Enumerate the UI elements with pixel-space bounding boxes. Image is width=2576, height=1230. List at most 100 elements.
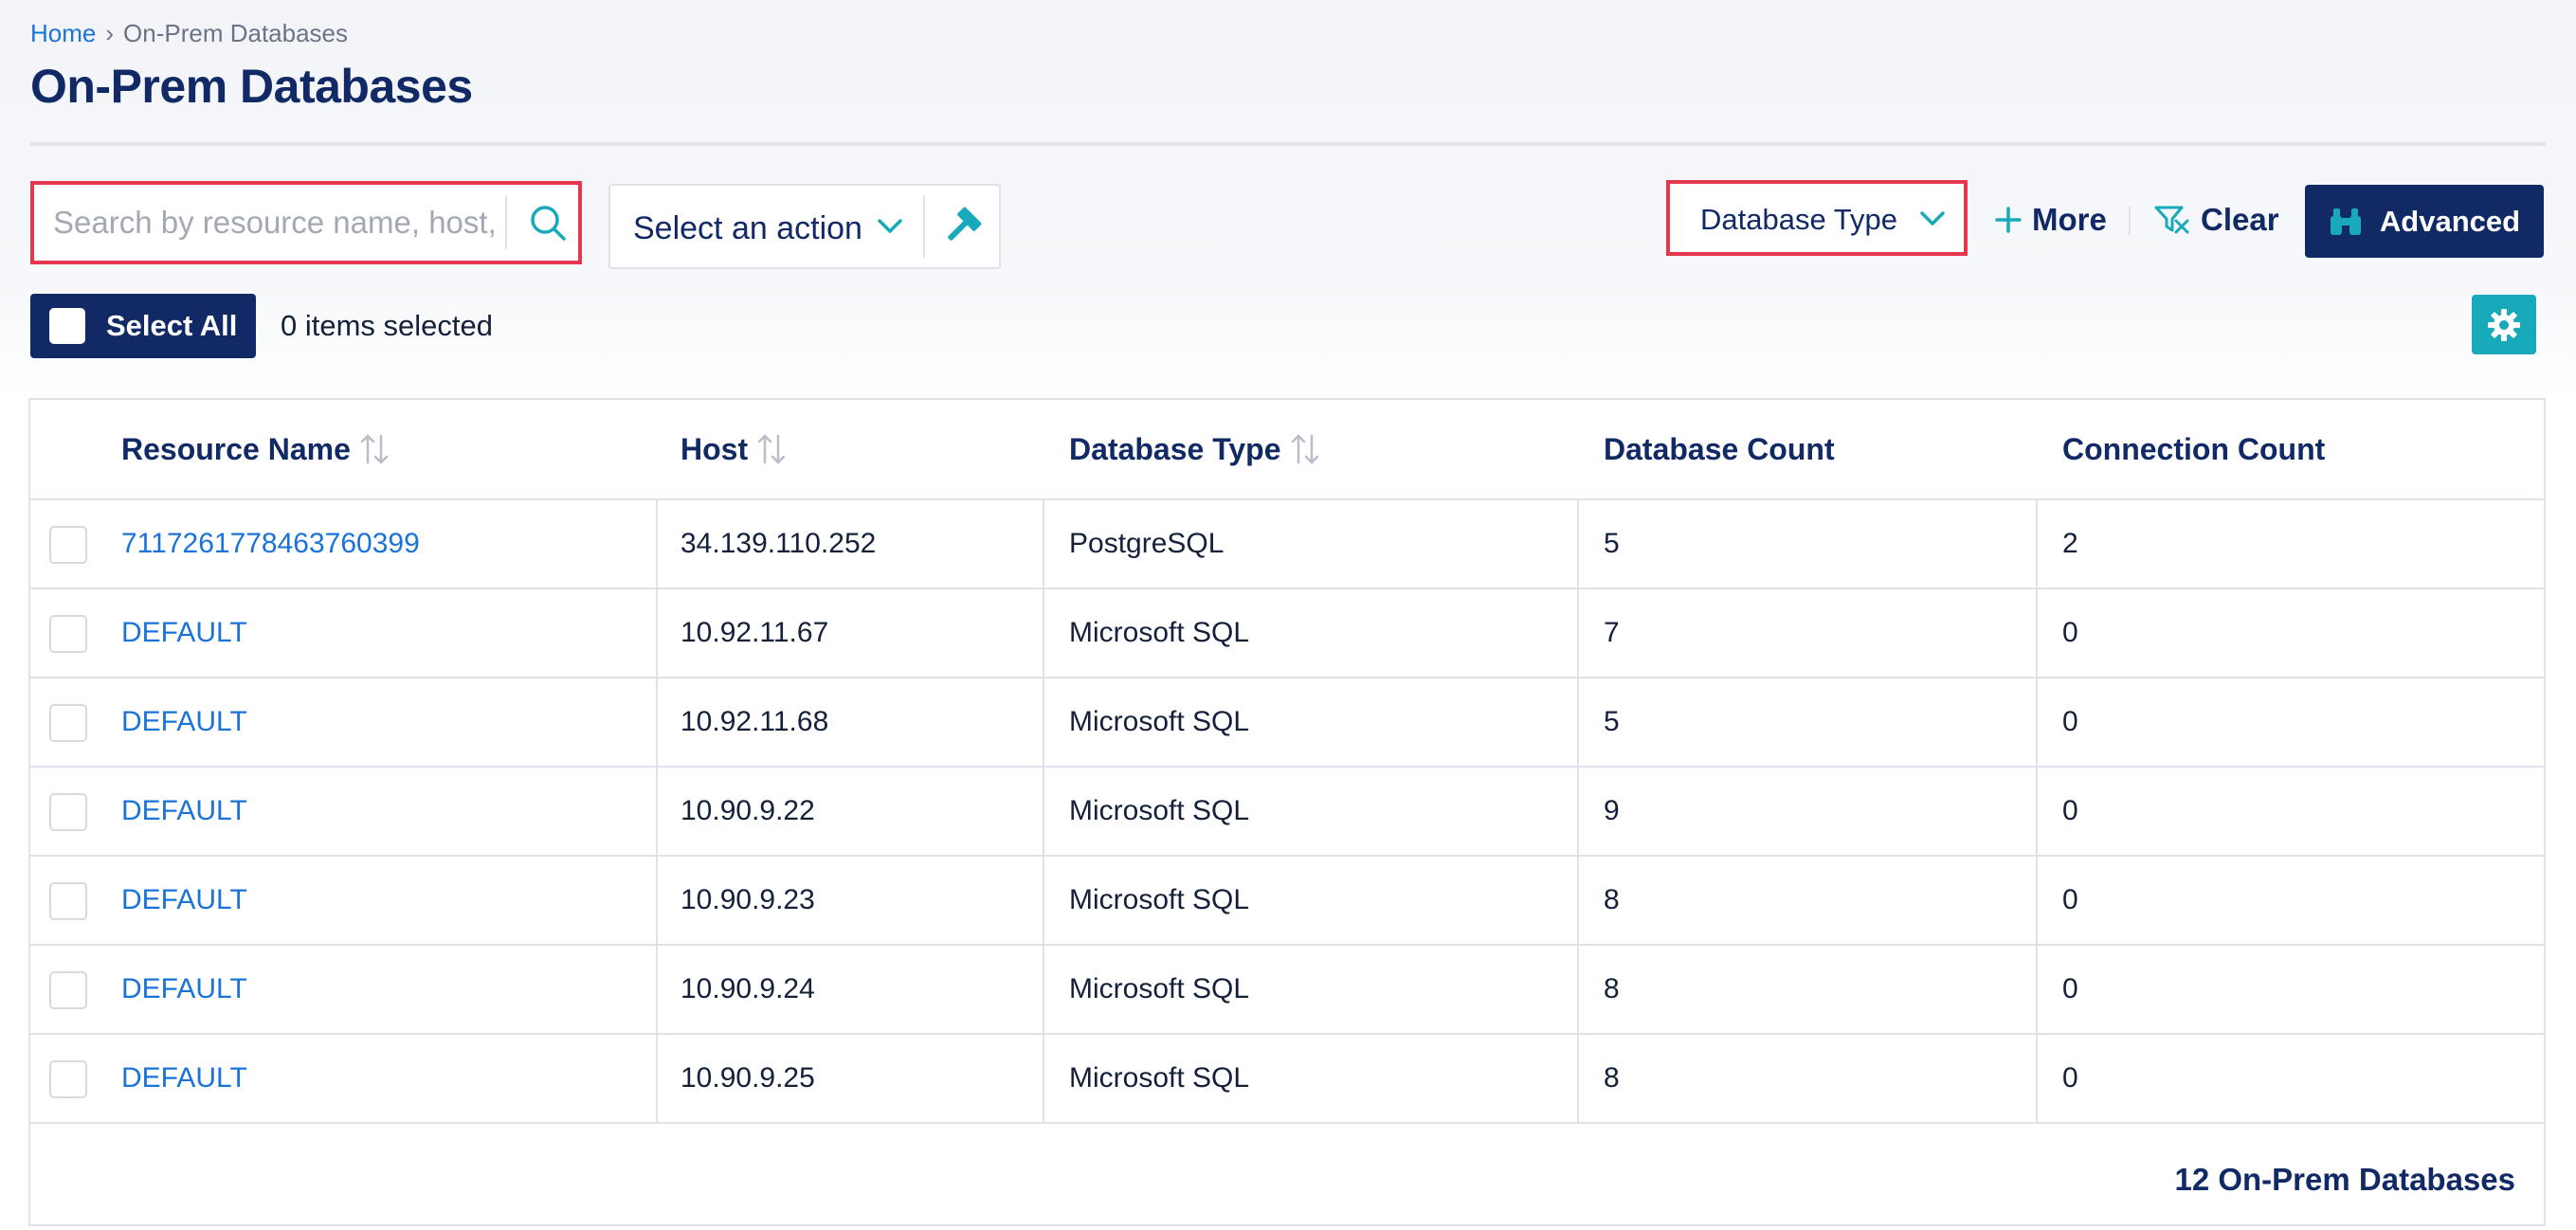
column-divider	[2036, 857, 2038, 944]
column-header-database-type[interactable]: Database Type	[1069, 400, 1321, 498]
cell-database-type: PostgreSQL	[1069, 528, 1225, 559]
search-box	[30, 181, 582, 264]
table-row: DEFAULT 10.92.11.67 Microsoft SQL 7 0	[30, 589, 2544, 678]
column-divider	[1577, 500, 1579, 588]
row-checkbox[interactable]	[49, 704, 87, 742]
column-divider	[1577, 589, 1579, 677]
column-divider	[1577, 1035, 1579, 1122]
sort-arrows-icon[interactable]	[755, 432, 788, 466]
cell-database-count: 8	[1604, 973, 1620, 1004]
cell-database-type: Microsoft SQL	[1069, 795, 1250, 826]
cell-database-type: Microsoft SQL	[1069, 617, 1250, 648]
select-all-checkbox[interactable]	[49, 308, 85, 344]
column-divider	[656, 1035, 658, 1122]
sort-arrows-icon[interactable]	[358, 432, 390, 466]
table-row: DEFAULT 10.90.9.23 Microsoft SQL 8 0	[30, 857, 2544, 946]
table-settings-button[interactable]	[2472, 295, 2536, 354]
table-row: DEFAULT 10.90.9.22 Microsoft SQL 9 0	[30, 768, 2544, 857]
hammer-icon[interactable]	[938, 203, 986, 250]
advanced-label: Advanced	[2379, 204, 2521, 238]
action-select[interactable]: Select an action	[608, 184, 1001, 269]
column-divider	[2036, 946, 2038, 1033]
column-divider	[656, 678, 658, 766]
breadcrumb: Home › On-Prem Databases	[30, 19, 348, 48]
column-header-connection-count: Connection Count	[2062, 431, 2326, 466]
cell-host: 10.90.9.23	[680, 884, 815, 915]
cell-host: 10.92.11.68	[680, 706, 829, 737]
column-divider	[2036, 678, 2038, 766]
column-divider	[1577, 768, 1579, 855]
selected-count: 0 items selected	[281, 309, 493, 342]
toolbar-separator	[2129, 207, 2131, 235]
cell-connection-count: 0	[2062, 795, 2078, 826]
action-divider	[923, 195, 925, 258]
column-divider	[1577, 678, 1579, 766]
cell-database-count: 9	[1604, 795, 1620, 826]
cell-connection-count: 0	[2062, 1062, 2078, 1094]
column-divider	[1043, 768, 1044, 855]
cell-resource-name[interactable]: 7117261778463760399	[121, 500, 420, 588]
clear-filters-button[interactable]: Clear	[2153, 199, 2279, 241]
row-checkbox[interactable]	[49, 793, 87, 831]
column-divider	[1043, 857, 1044, 944]
gear-icon	[2488, 308, 2520, 341]
column-divider	[2036, 1035, 2038, 1122]
column-divider	[1043, 500, 1044, 588]
column-divider	[2036, 768, 2038, 855]
cell-connection-count: 0	[2062, 617, 2078, 648]
breadcrumb-separator: ›	[105, 19, 115, 47]
column-divider	[656, 500, 658, 588]
column-divider	[1043, 1035, 1044, 1122]
select-all-label: Select All	[106, 309, 238, 342]
column-divider	[1577, 946, 1579, 1033]
row-checkbox[interactable]	[49, 615, 87, 653]
cell-host: 10.90.9.24	[680, 973, 815, 1004]
clear-label: Clear	[2201, 202, 2279, 237]
cell-resource-name[interactable]: DEFAULT	[121, 678, 247, 766]
cell-host: 10.90.9.25	[680, 1062, 815, 1094]
column-divider	[656, 589, 658, 677]
cell-host: 34.139.110.252	[680, 528, 877, 559]
total-count: 12 On-Prem Databases	[2174, 1162, 2515, 1197]
search-icon[interactable]	[527, 202, 569, 244]
databases-table: Resource Name Host Database Type Databas…	[28, 398, 2546, 1226]
cell-resource-name[interactable]: DEFAULT	[121, 589, 247, 677]
cell-connection-count: 0	[2062, 884, 2078, 915]
column-divider	[656, 857, 658, 944]
advanced-search-button[interactable]: Advanced	[2305, 185, 2544, 258]
more-label: More	[2032, 202, 2107, 237]
column-header-resource-name[interactable]: Resource Name	[121, 400, 390, 498]
cell-resource-name[interactable]: DEFAULT	[121, 946, 247, 1033]
cell-host: 10.92.11.67	[680, 617, 829, 648]
cell-database-type: Microsoft SQL	[1069, 884, 1250, 915]
cell-host: 10.90.9.22	[680, 795, 815, 826]
database-type-filter[interactable]: Database Type	[1666, 180, 1968, 256]
cell-resource-name[interactable]: DEFAULT	[121, 857, 247, 944]
column-divider	[1043, 946, 1044, 1033]
column-divider	[1043, 678, 1044, 766]
cell-resource-name[interactable]: DEFAULT	[121, 1035, 247, 1122]
row-checkbox[interactable]	[49, 971, 87, 1009]
column-header-host[interactable]: Host	[680, 400, 788, 498]
sort-arrows-icon[interactable]	[1289, 432, 1321, 466]
row-checkbox[interactable]	[49, 526, 87, 564]
table-header: Resource Name Host Database Type Databas…	[30, 400, 2544, 500]
search-divider	[505, 196, 507, 249]
cell-database-count: 8	[1604, 1062, 1620, 1094]
column-header-database-count: Database Count	[1604, 431, 1835, 466]
title-divider	[30, 142, 2546, 146]
table-row: 7117261778463760399 34.139.110.252 Postgre…	[30, 500, 2544, 589]
breadcrumb-home-link[interactable]: Home	[30, 19, 96, 48]
row-checkbox[interactable]	[49, 1060, 87, 1098]
cell-database-count: 5	[1604, 706, 1620, 737]
page-title: On-Prem Databases	[30, 60, 473, 113]
cell-database-type: Microsoft SQL	[1069, 706, 1250, 737]
select-all-button[interactable]: Select All	[30, 294, 256, 358]
search-input[interactable]	[34, 185, 503, 261]
action-select-label: Select an action	[633, 210, 862, 246]
cell-database-type: Microsoft SQL	[1069, 1062, 1250, 1094]
row-checkbox[interactable]	[49, 882, 87, 920]
cell-resource-name[interactable]: DEFAULT	[121, 768, 247, 855]
more-filters-button[interactable]: More	[1994, 199, 2107, 241]
column-divider	[2036, 500, 2038, 588]
